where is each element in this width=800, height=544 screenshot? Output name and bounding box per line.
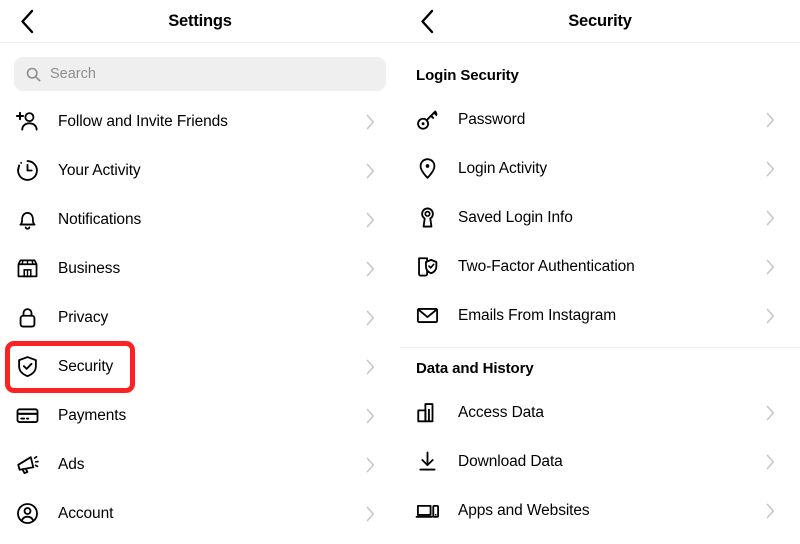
location-pin-icon <box>414 156 440 182</box>
section-header-data-and-history: Data and History <box>416 359 534 377</box>
settings-item-follow-and-invite-friends[interactable]: Follow and Invite Friends <box>0 97 400 146</box>
search-container: Search <box>0 43 400 91</box>
chevron-right-icon <box>366 212 375 228</box>
chevron-right-icon <box>766 503 775 519</box>
security-item-label: Access Data <box>458 403 544 421</box>
security-item-label: Login Activity <box>458 159 548 177</box>
chevron-right-icon <box>766 210 775 226</box>
chevron-left-icon <box>20 9 35 34</box>
back-button-security[interactable] <box>412 6 442 36</box>
settings-item-label: Ads <box>58 455 85 473</box>
bar-chart-icon <box>414 400 440 426</box>
chevron-right-icon <box>766 112 775 128</box>
padlock-keyhole-icon <box>414 205 440 231</box>
clock-activity-icon <box>14 158 40 184</box>
settings-item-privacy[interactable]: Privacy <box>0 293 400 342</box>
settings-item-business[interactable]: Business <box>0 244 400 293</box>
security-nav-header: Security <box>400 0 800 43</box>
add-person-icon <box>14 109 40 135</box>
section-header-login-security: Login Security <box>416 66 519 84</box>
security-item-login-activity[interactable]: Login Activity <box>400 144 800 193</box>
chevron-left-icon <box>420 9 435 34</box>
key-icon <box>414 107 440 133</box>
search-placeholder: Search <box>50 66 96 82</box>
chevron-right-icon <box>366 261 375 277</box>
chevron-right-icon <box>366 114 375 130</box>
settings-item-label: Account <box>58 504 114 522</box>
settings-security-screens: Settings Search Follow and Invite Friend… <box>0 0 800 544</box>
settings-item-account[interactable]: Account <box>0 489 400 538</box>
security-item-label: Download Data <box>458 452 563 470</box>
settings-item-label: Notifications <box>58 210 142 228</box>
download-arrow-icon <box>414 449 440 475</box>
settings-item-label: Security <box>58 357 114 375</box>
settings-item-ads[interactable]: Ads <box>0 440 400 489</box>
settings-list: Follow and Invite Friends Your Activity … <box>0 91 400 538</box>
chevron-right-icon <box>766 454 775 470</box>
storefront-icon <box>14 256 40 282</box>
page-title-settings: Settings <box>168 11 232 30</box>
settings-item-security[interactable]: Security <box>0 342 400 391</box>
chevron-right-icon <box>766 405 775 421</box>
security-item-password[interactable]: Password <box>400 95 800 144</box>
security-item-download-data[interactable]: Download Data <box>400 437 800 486</box>
security-item-emails-from-instagram[interactable]: Emails From Instagram <box>400 291 800 340</box>
shield-check-icon <box>14 354 40 380</box>
credit-card-icon <box>14 403 40 429</box>
chevron-right-icon <box>366 310 375 326</box>
security-item-saved-login-info[interactable]: Saved Login Info <box>400 193 800 242</box>
search-input[interactable]: Search <box>14 57 386 91</box>
settings-item-notifications[interactable]: Notifications <box>0 195 400 244</box>
lock-icon <box>14 305 40 331</box>
settings-item-payments[interactable]: Payments <box>0 391 400 440</box>
security-item-label: Saved Login Info <box>458 208 573 226</box>
chevron-right-icon <box>766 308 775 324</box>
settings-item-label: Follow and Invite Friends <box>58 112 228 130</box>
security-item-two-factor-authentication[interactable]: Two-Factor Authentication <box>400 242 800 291</box>
search-icon <box>26 67 41 82</box>
chevron-right-icon <box>366 359 375 375</box>
account-circle-icon <box>14 501 40 527</box>
chevron-right-icon <box>366 408 375 424</box>
settings-item-label: Your Activity <box>58 161 141 179</box>
bell-icon <box>14 207 40 233</box>
security-item-access-data[interactable]: Access Data <box>400 388 800 437</box>
settings-item-label: Business <box>58 259 121 277</box>
page-title-security: Security <box>568 11 632 30</box>
settings-nav-header: Settings <box>0 0 400 43</box>
security-item-apps-and-websites[interactable]: Apps and Websites <box>400 486 800 535</box>
settings-panel: Settings Search Follow and Invite Friend… <box>0 0 400 544</box>
chevron-right-icon <box>366 163 375 179</box>
megaphone-icon <box>14 452 40 478</box>
envelope-icon <box>414 303 440 329</box>
devices-icon <box>414 498 440 524</box>
security-item-label: Two-Factor Authentication <box>458 257 635 275</box>
settings-item-label: Payments <box>58 406 127 424</box>
security-panel: Security Login Security Password Login A… <box>400 0 800 544</box>
login-security-list: Password Login Activity Saved Login Info… <box>400 95 800 340</box>
security-item-label: Apps and Websites <box>458 501 590 519</box>
settings-item-label: Privacy <box>58 308 109 326</box>
security-item-label: Emails From Instagram <box>458 306 617 324</box>
chevron-right-icon <box>766 161 775 177</box>
data-history-list: Access Data Download Data Apps and Websi… <box>400 388 800 535</box>
chevron-right-icon <box>766 259 775 275</box>
back-button-settings[interactable] <box>12 6 42 36</box>
security-item-label: Password <box>458 110 526 128</box>
chevron-right-icon <box>366 506 375 522</box>
chevron-right-icon <box>366 457 375 473</box>
phone-shield-check-icon <box>414 254 440 280</box>
settings-item-your-activity[interactable]: Your Activity <box>0 146 400 195</box>
